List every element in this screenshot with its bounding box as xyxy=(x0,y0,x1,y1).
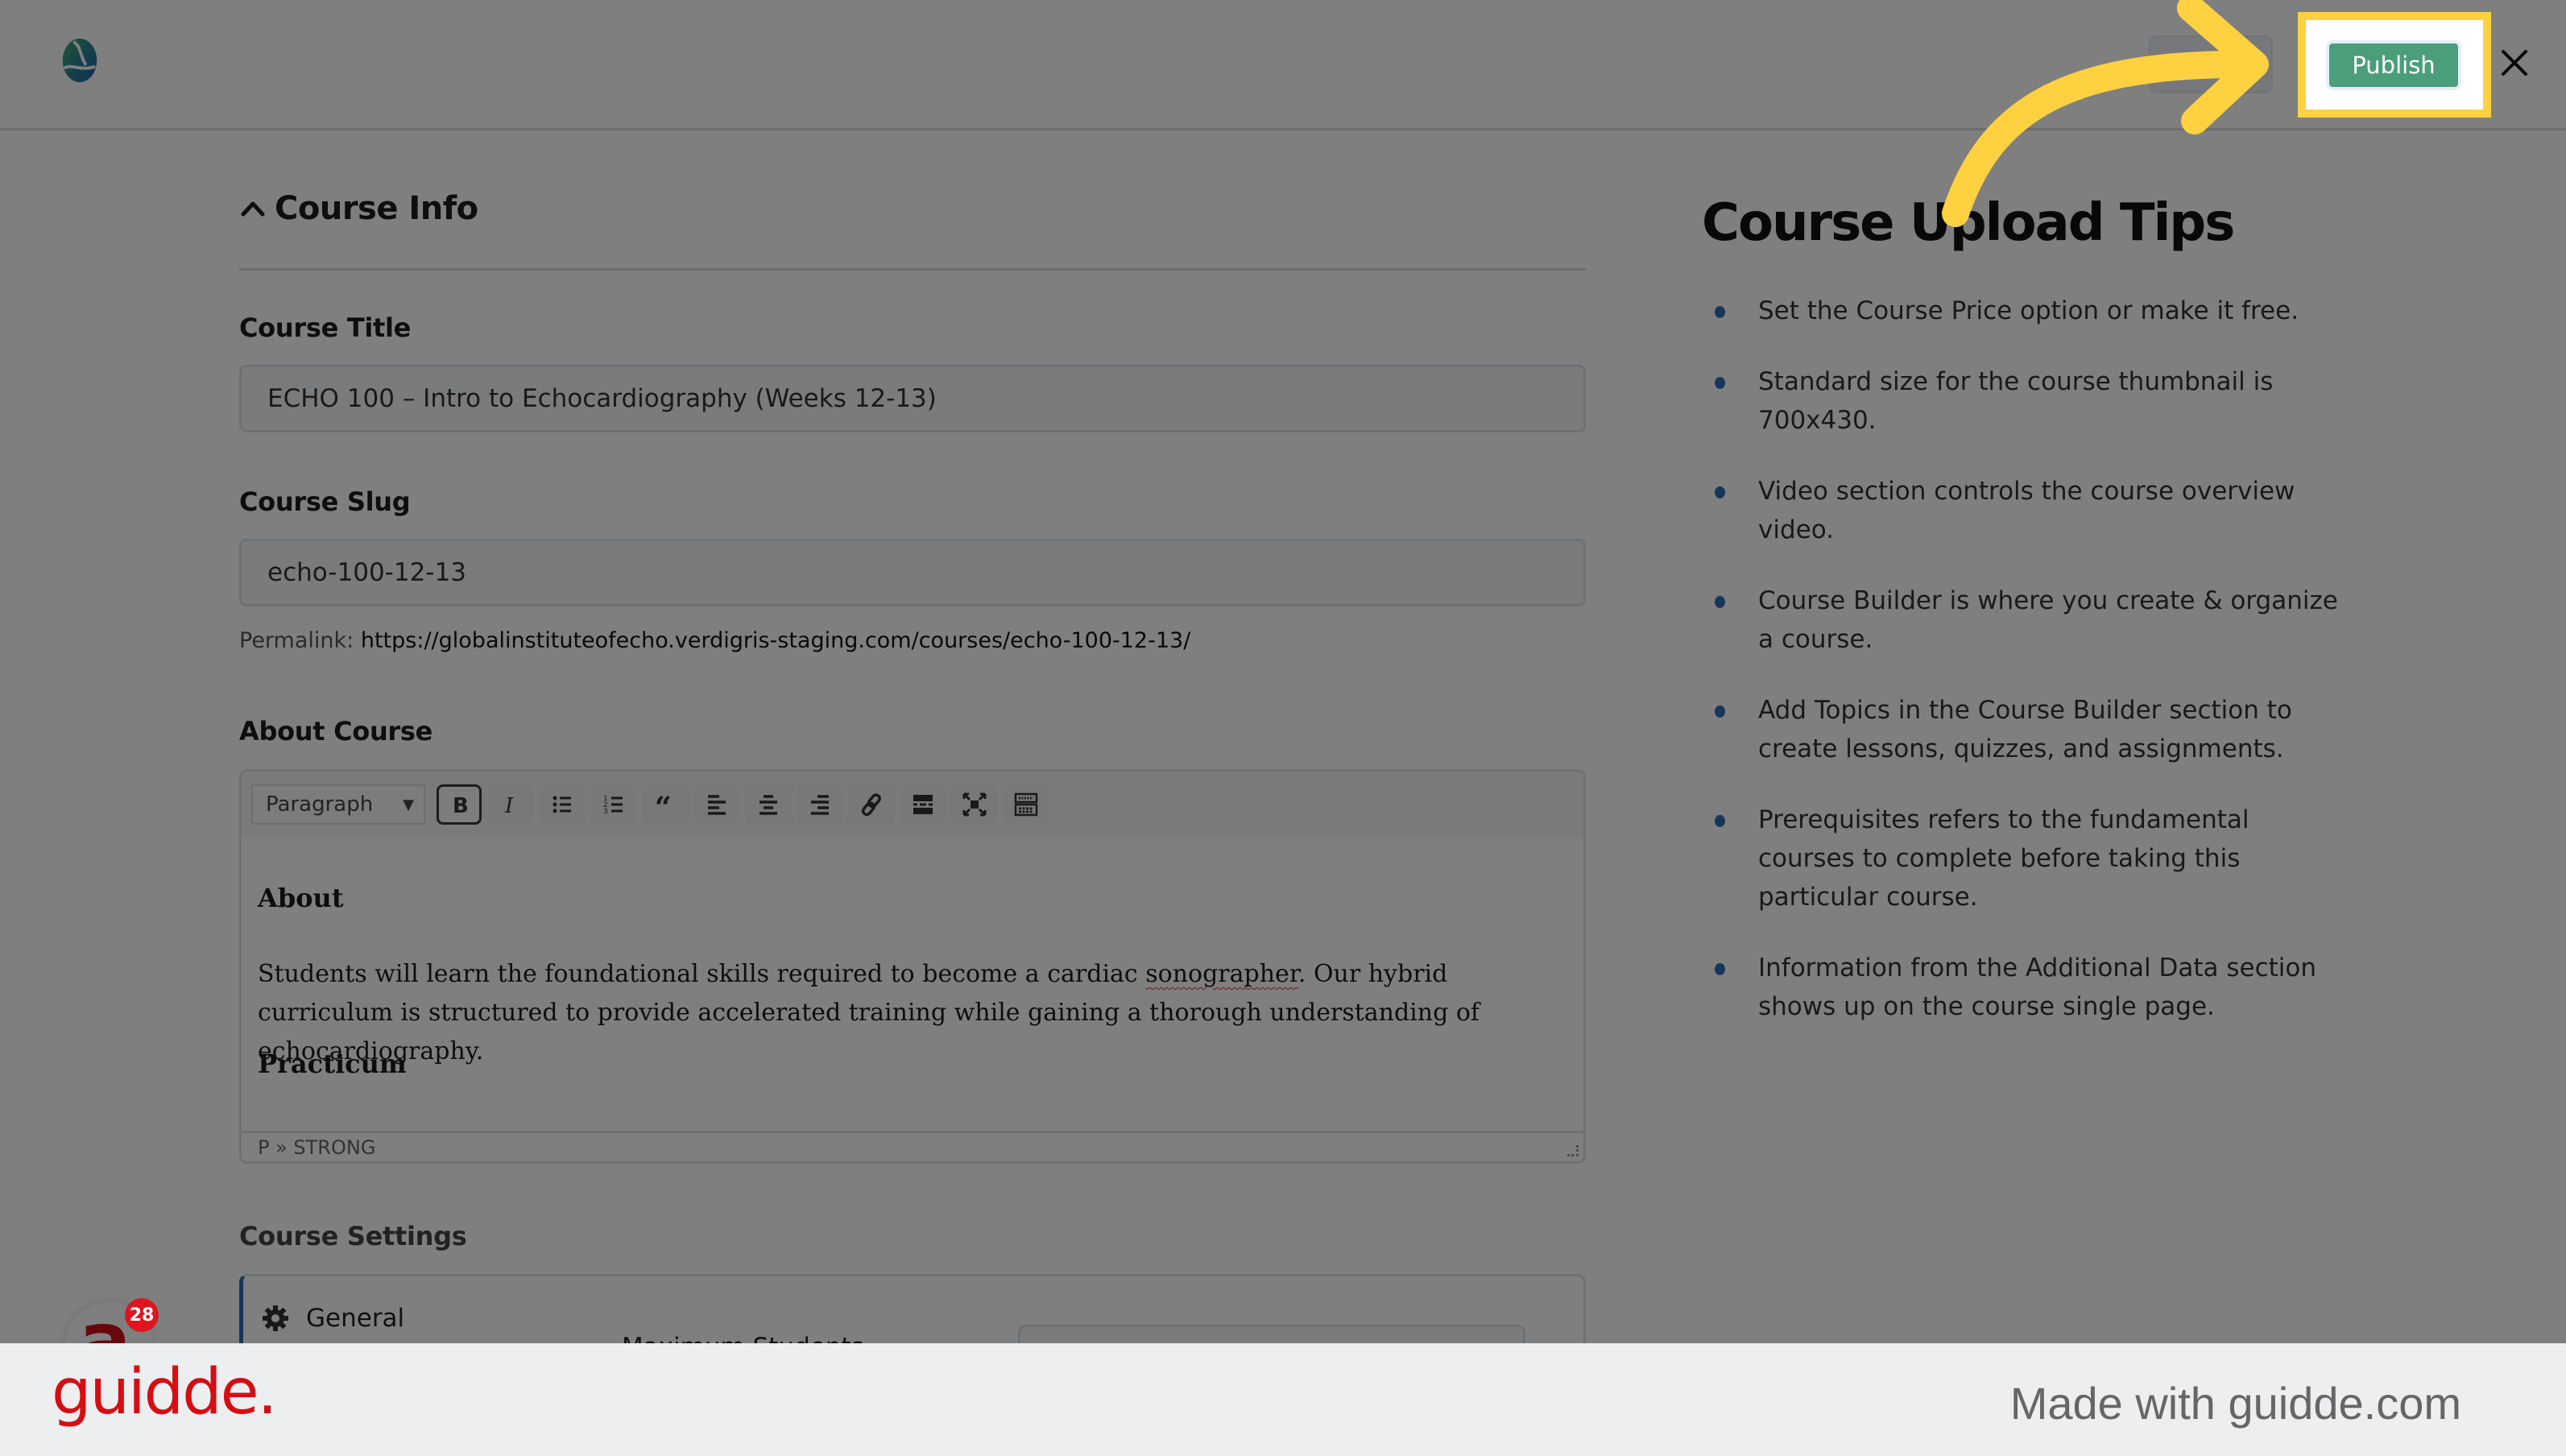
course-settings-label: Course Settings xyxy=(239,1221,467,1251)
align-center-icon xyxy=(759,795,777,815)
svg-text:I: I xyxy=(504,794,514,817)
top-bar: Preview xyxy=(0,0,2566,130)
bold-button[interactable]: B xyxy=(437,784,482,825)
bulleted-list-icon xyxy=(553,796,571,813)
tip-item: Standard size for the course thumbnail i… xyxy=(1702,362,2346,440)
tip-item: Course Builder is where you create & org… xyxy=(1702,581,2346,659)
align-left-button[interactable] xyxy=(694,784,739,825)
fullscreen-button[interactable] xyxy=(952,784,997,825)
guidde-footer: guidde. Made with guidde.com xyxy=(0,1343,2566,1456)
close-button[interactable] xyxy=(2497,45,2532,81)
format-select-value: Paragraph xyxy=(266,792,374,817)
course-editor-page: Preview Course Info Course Title ECHO 10… xyxy=(0,0,2566,1435)
tip-text: Course Builder is where you create & org… xyxy=(1758,586,2338,654)
preview-button[interactable]: Preview xyxy=(2149,35,2273,93)
bullet-icon xyxy=(1715,486,1725,498)
numbered-list-icon: 123 xyxy=(603,795,623,816)
tip-item: Add Topics in the Course Builder section… xyxy=(1702,691,2346,768)
format-select[interactable]: Paragraph ▼ xyxy=(251,784,425,825)
svg-text:“: “ xyxy=(655,792,672,817)
course-info-toggle[interactable]: Course Info xyxy=(239,190,478,227)
permalink-url[interactable]: https://globalinstituteofecho.verdigris-… xyxy=(361,628,1190,653)
bullet-icon xyxy=(1715,377,1725,389)
chevron-up-icon xyxy=(241,201,265,217)
notification-badge: 28 xyxy=(125,1298,159,1332)
tip-text: Prerequisites refers to the fundamental … xyxy=(1758,805,2249,912)
tab-general-label: General xyxy=(306,1304,405,1333)
tip-item: Prerequisites refers to the fundamental … xyxy=(1702,800,2346,916)
resize-handle-icon[interactable] xyxy=(1567,1145,1579,1156)
tip-item: Set the Course Price option or make it f… xyxy=(1702,292,2346,330)
bullet-icon xyxy=(1715,306,1725,318)
link-button[interactable] xyxy=(849,784,894,825)
align-center-button[interactable] xyxy=(746,784,791,825)
element-path: P » STRONG xyxy=(258,1135,376,1159)
tip-item: Video section controls the course overvi… xyxy=(1702,472,2346,549)
tab-general[interactable]: General xyxy=(261,1304,404,1333)
read-more-button[interactable] xyxy=(900,784,946,825)
about-course-editor: Paragraph ▼ B I 123 “ About Students wil… xyxy=(239,769,1586,1164)
tips-list: Set the Course Price option or make it f… xyxy=(1702,292,2346,1058)
tip-text: Information from the Additional Data sec… xyxy=(1758,953,2317,1021)
about-course-label: About Course xyxy=(239,716,433,747)
svg-text:B: B xyxy=(453,794,469,817)
link-icon xyxy=(861,793,881,817)
blockquote-icon: “ xyxy=(655,792,672,817)
content-heading-practicum: Practicum xyxy=(258,1049,407,1079)
italic-icon: I xyxy=(504,794,514,817)
paragraph-text: Students will learn the foundational ski… xyxy=(258,960,1146,988)
align-left-icon xyxy=(708,795,726,815)
tips-title: Course Upload Tips xyxy=(1702,193,2235,253)
blockquote-button[interactable]: “ xyxy=(643,784,688,825)
section-divider xyxy=(239,268,1586,271)
permalink-label: Permalink: xyxy=(239,628,354,653)
verdigris-logo-icon[interactable] xyxy=(56,37,103,84)
numbered-list-button[interactable]: 123 xyxy=(591,784,636,825)
bullet-icon xyxy=(1715,596,1725,608)
keyboard-icon xyxy=(1014,792,1038,817)
editor-status-bar: P » STRONG xyxy=(242,1131,1583,1161)
fullscreen-icon xyxy=(962,792,987,817)
course-slug-label: Course Slug xyxy=(239,486,411,517)
guidde-logo: guidde. xyxy=(52,1356,277,1429)
permalink: Permalink: https://globalinstituteofecho… xyxy=(239,628,1190,653)
close-icon xyxy=(2502,50,2527,76)
misspelled-word[interactable]: sonographer xyxy=(1145,960,1298,988)
svg-text:3: 3 xyxy=(603,808,608,816)
gear-icon xyxy=(263,1305,288,1331)
tip-text: Standard size for the course thumbnail i… xyxy=(1758,367,2274,435)
made-with-text: Made with guidde.com xyxy=(2009,1378,2461,1429)
bullet-icon xyxy=(1715,963,1725,975)
course-info-heading: Course Info xyxy=(275,190,478,227)
bullet-icon xyxy=(1715,815,1725,827)
read-more-icon xyxy=(913,795,933,814)
tip-item: Information from the Additional Data sec… xyxy=(1702,949,2346,1026)
align-right-button[interactable] xyxy=(797,784,842,825)
content-paragraph: Students will learn the foundational ski… xyxy=(258,955,1562,1071)
bullet-icon xyxy=(1715,705,1725,718)
tip-text: Video section controls the course overvi… xyxy=(1758,477,2295,544)
dropdown-arrow-icon: ▼ xyxy=(403,796,414,813)
tip-text: Add Topics in the Course Builder section… xyxy=(1758,696,2292,763)
content-heading-about: About xyxy=(258,883,344,913)
tip-text: Set the Course Price option or make it f… xyxy=(1758,296,2299,325)
align-right-icon xyxy=(811,795,829,815)
publish-button[interactable]: Publish xyxy=(2326,40,2461,90)
bulleted-list-button[interactable] xyxy=(540,784,585,825)
course-title-label: Course Title xyxy=(239,312,412,343)
course-title-input[interactable]: ECHO 100 – Intro to Echocardiography (We… xyxy=(239,365,1586,432)
toolbar-toggle-button[interactable] xyxy=(1004,784,1049,825)
italic-button[interactable]: I xyxy=(488,784,533,825)
course-slug-input[interactable]: echo-100-12-13 xyxy=(239,539,1586,606)
bold-icon: B xyxy=(453,794,469,817)
editor-toolbar: Paragraph ▼ B I 123 “ xyxy=(242,771,1583,838)
